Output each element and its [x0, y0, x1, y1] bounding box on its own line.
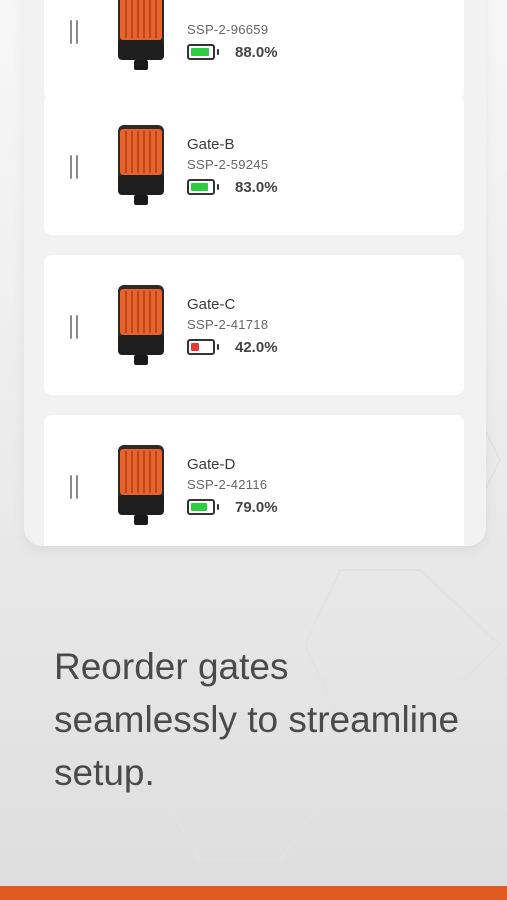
gate-name: Gate-D	[187, 456, 236, 473]
battery-icon	[187, 44, 219, 60]
gate-list-panel: SSP-2-96659 88.0% Gate-B SSP-2-59245 83.…	[24, 0, 486, 546]
battery-icon	[187, 339, 219, 355]
drag-handle-icon[interactable]	[70, 315, 80, 339]
gate-name: Gate-B	[187, 136, 235, 153]
drag-handle-icon[interactable]	[70, 20, 80, 44]
gate-serial: SSP-2-41718	[187, 317, 269, 332]
battery-icon	[187, 179, 219, 195]
drag-handle-icon[interactable]	[70, 155, 80, 179]
gate-device-icon	[118, 0, 164, 70]
gate-name: Gate-C	[187, 296, 236, 313]
gate-card[interactable]: Gate-B SSP-2-59245 83.0%	[44, 95, 464, 235]
battery-percentage: 88.0%	[235, 44, 278, 61]
onboarding-tagline: Reorder gates seamlessly to streamline s…	[54, 646, 460, 793]
gate-device-icon	[118, 285, 164, 365]
gate-device-icon	[118, 445, 164, 525]
gate-card[interactable]: Gate-C SSP-2-41718 42.0%	[44, 255, 464, 395]
battery-percentage: 83.0%	[235, 179, 278, 196]
gate-card[interactable]: Gate-D SSP-2-42116 79.0%	[44, 415, 464, 546]
gate-serial: SSP-2-42116	[187, 477, 268, 492]
gate-serial: SSP-2-96659	[187, 22, 269, 37]
battery-percentage: 79.0%	[235, 499, 278, 516]
bottom-accent-bar	[0, 886, 507, 900]
gate-device-icon	[118, 125, 164, 205]
battery-percentage: 42.0%	[235, 339, 278, 356]
battery-icon	[187, 499, 219, 515]
gate-card[interactable]: SSP-2-96659 88.0%	[44, 0, 464, 100]
drag-handle-icon[interactable]	[70, 475, 80, 499]
gate-serial: SSP-2-59245	[187, 157, 269, 172]
